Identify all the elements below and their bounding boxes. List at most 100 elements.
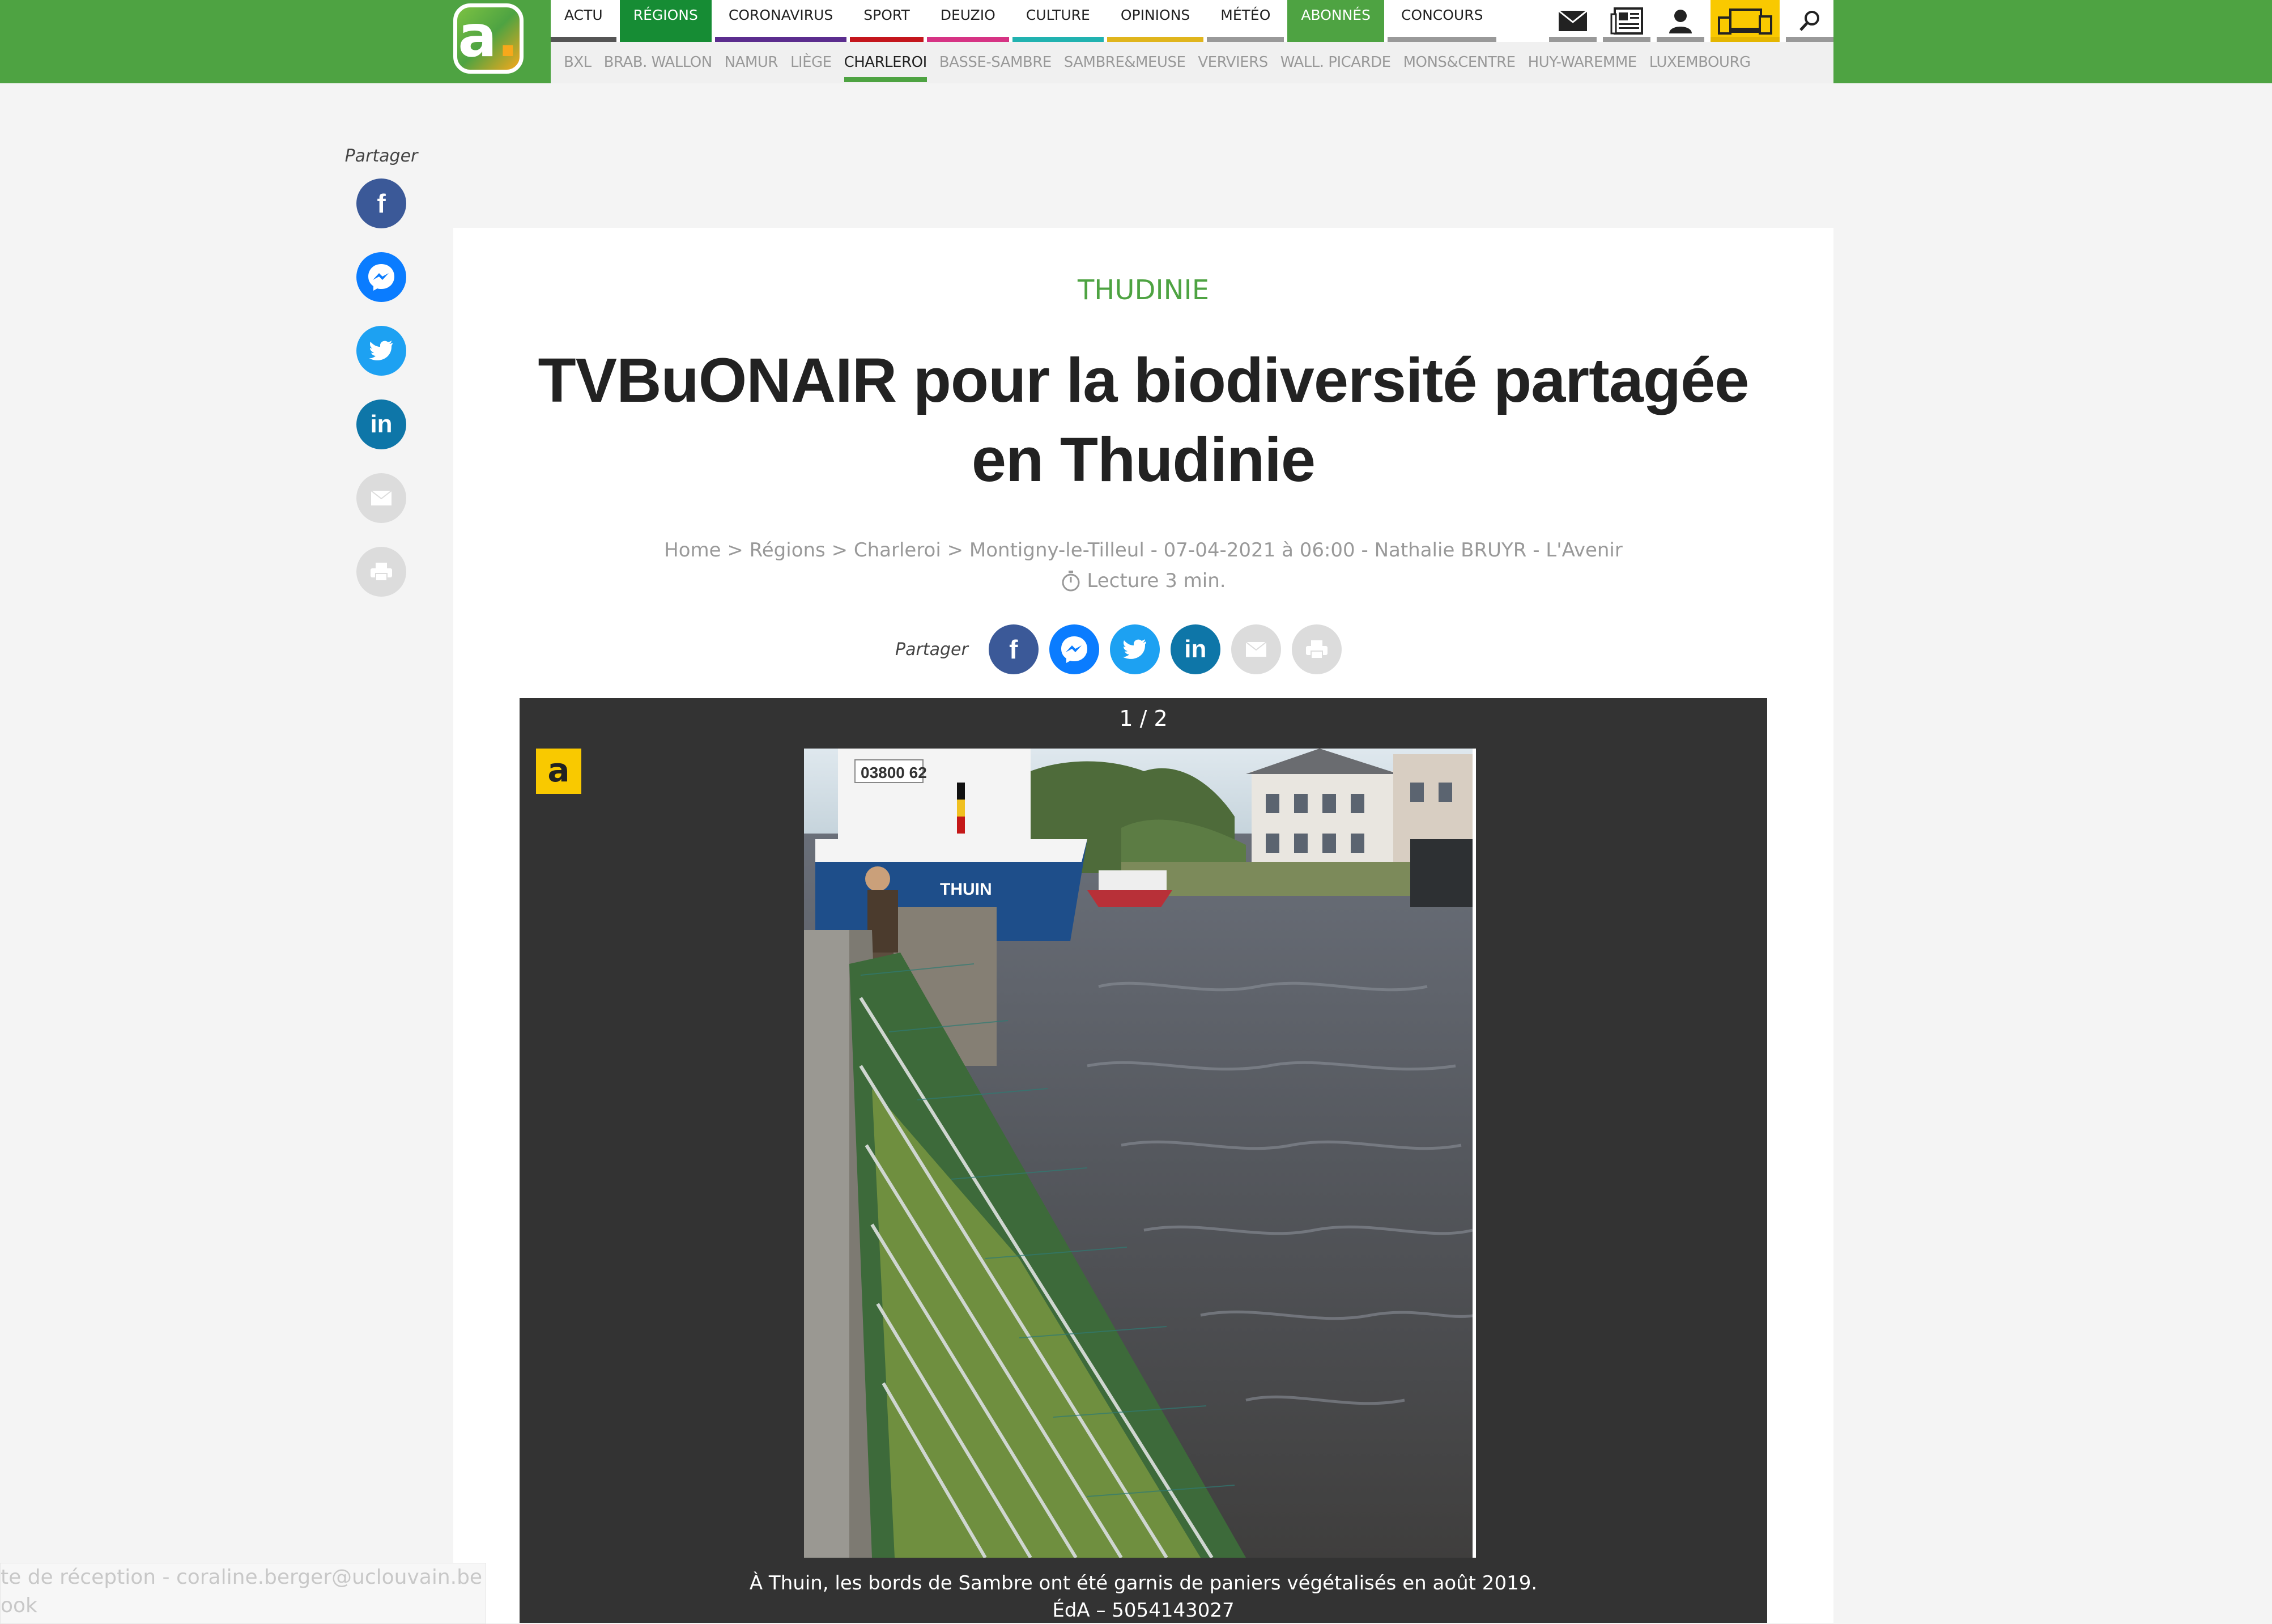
search-icon [1799, 11, 1819, 31]
main-nav: ACTU RÉGIONS CORONAVIRUS SPORT DEUZIO CU… [551, 0, 1500, 42]
brand-badge: a [536, 749, 581, 794]
subnav-liege[interactable]: LIÈGE [784, 42, 838, 83]
regional-subnav: BXL BRAB. WALLON NAMUR LIÈGE CHARLEROI B… [551, 42, 1833, 83]
nav-item-opinions[interactable]: OPINIONS [1107, 0, 1204, 42]
reading-time-label: Lecture 3 min. [1087, 569, 1226, 592]
tool-underline [1657, 37, 1704, 42]
boat-name: THUIN [940, 880, 992, 899]
devices-button[interactable] [1711, 0, 1780, 42]
nav-underline [1012, 37, 1104, 42]
tool-underline [1603, 37, 1650, 42]
nav-underline [1107, 37, 1204, 42]
nav-item-actu[interactable]: ACTU [551, 0, 616, 42]
nav-underline [850, 37, 924, 42]
mail-button[interactable] [1549, 0, 1597, 42]
gallery-counter: 1 / 2 [1119, 706, 1168, 731]
subnav-namur[interactable]: NAMUR [718, 42, 784, 83]
share-messenger-button[interactable] [356, 252, 406, 302]
nav-underline [1207, 37, 1284, 42]
share-twitter-button[interactable] [356, 326, 406, 376]
share-print-button[interactable] [356, 547, 406, 597]
tool-icons [1543, 0, 1833, 42]
notification-text: te de réception - coraline.berger@uclouv… [1, 1566, 486, 1589]
subnav-verviers[interactable]: VERVIERS [1192, 42, 1274, 83]
devices-icon [1718, 8, 1772, 35]
linkedin-icon: in [370, 410, 393, 438]
boat-number: 03800 62 [861, 764, 927, 781]
photo-gallery[interactable]: 1 / 2 a 03800 62 THUIN À Thuin, les bord… [520, 698, 1767, 1623]
article-kicker[interactable]: THUDINIE [453, 274, 1833, 306]
subnav-mons-centre[interactable]: MONS&CENTRE [1397, 42, 1522, 83]
nav-item-sport[interactable]: SPORT [850, 0, 924, 42]
facebook-icon: f [1009, 635, 1018, 664]
nav-item-culture[interactable]: CULTURE [1012, 0, 1104, 42]
share-mail-button[interactable] [356, 473, 406, 523]
subnav-wall-picarde[interactable]: WALL. PICARDE [1274, 42, 1397, 83]
messenger-icon [1061, 636, 1087, 663]
caption-credit: ÉdA – 5054143027 [1052, 1599, 1235, 1622]
stopwatch-icon [1062, 571, 1080, 592]
logo: a. [453, 3, 524, 74]
newspaper-icon [1610, 7, 1643, 35]
share-mail-button[interactable] [1231, 624, 1281, 674]
nav-underline [1287, 37, 1384, 42]
tool-underline [1549, 37, 1597, 42]
subnav-charleroi[interactable]: CHARLEROI [838, 42, 933, 83]
subnav-basse-sambre[interactable]: BASSE-SAMBRE [933, 42, 1058, 83]
print-icon [1305, 640, 1328, 659]
facebook-icon: f [377, 189, 386, 218]
subnav-huy-waremme[interactable]: HUY-WAREMME [1522, 42, 1643, 83]
logo-link[interactable]: a. [453, 0, 551, 83]
nav-item-meteo[interactable]: MÉTÉO [1207, 0, 1284, 42]
account-button[interactable] [1657, 0, 1704, 42]
nav-item-abonnes[interactable]: ABONNÉS [1287, 0, 1384, 42]
subnav-brab-wallon[interactable]: BRAB. WALLON [598, 42, 718, 83]
share-linkedin-button[interactable]: in [356, 399, 406, 449]
nav-item-concours[interactable]: CONCOURS [1387, 0, 1497, 42]
breadcrumb[interactable]: Home > Régions > Charleroi > Montigny-le… [453, 535, 1833, 566]
nav-underline [551, 37, 616, 42]
linkedin-icon: in [1184, 635, 1207, 663]
share-facebook-button[interactable]: f [356, 178, 406, 228]
reading-time: Lecture 3 min. [453, 566, 1833, 596]
share-facebook-button[interactable]: f [988, 624, 1039, 674]
side-share-bar: Partager f in [340, 146, 423, 620]
gallery-photo[interactable]: 03800 62 THUIN [804, 749, 1476, 1558]
twitter-icon [1122, 639, 1146, 659]
twitter-icon [369, 341, 393, 360]
share-label: Partager [344, 146, 418, 166]
mail-icon [1245, 641, 1267, 657]
mail-icon [1558, 10, 1588, 31]
nav-underline [926, 37, 1009, 42]
nav-item-regions[interactable]: RÉGIONS [619, 0, 712, 42]
share-messenger-button[interactable] [1049, 624, 1099, 674]
article-title: TVBuONAIR pour la biodiversité partagée … [538, 346, 1750, 495]
tool-underline [1786, 37, 1833, 42]
inline-share-bar: Partager f in [895, 624, 1352, 674]
nav-underline [619, 37, 712, 42]
share-linkedin-button[interactable]: in [1170, 624, 1220, 674]
mail-icon [371, 490, 392, 505]
share-print-button[interactable] [1291, 624, 1342, 674]
nav-underline [714, 37, 847, 42]
subnav-sambre-meuse[interactable]: SAMBRE&MEUSE [1058, 42, 1192, 83]
messenger-icon [368, 264, 394, 291]
photo-caption: À Thuin, les bords de Sambre ont été gar… [520, 1570, 1767, 1624]
notification-text-2: ook [1, 1594, 37, 1617]
search-button[interactable] [1786, 0, 1833, 42]
article-meta: Home > Régions > Charleroi > Montigny-le… [453, 535, 1833, 596]
share-label: Partager [895, 639, 968, 660]
nav-item-deuzio[interactable]: DEUZIO [926, 0, 1009, 42]
nav-underline [1387, 37, 1497, 42]
print-icon [371, 563, 392, 581]
subnav-bxl[interactable]: BXL [558, 42, 598, 83]
subnav-luxembourg[interactable]: LUXEMBOURG [1643, 42, 1757, 83]
newspaper-button[interactable] [1603, 0, 1650, 42]
nav-item-coronavirus[interactable]: CORONAVIRUS [714, 0, 847, 42]
river-photo: 03800 62 THUIN [804, 749, 1476, 1558]
caption-text: À Thuin, les bords de Sambre ont été gar… [749, 1572, 1538, 1595]
share-twitter-button[interactable] [1109, 624, 1160, 674]
user-icon [1669, 10, 1692, 33]
notification-toast[interactable]: te de réception - coraline.berger@uclouv… [0, 1563, 486, 1624]
nav-panel: ACTU RÉGIONS CORONAVIRUS SPORT DEUZIO CU… [551, 0, 1833, 83]
